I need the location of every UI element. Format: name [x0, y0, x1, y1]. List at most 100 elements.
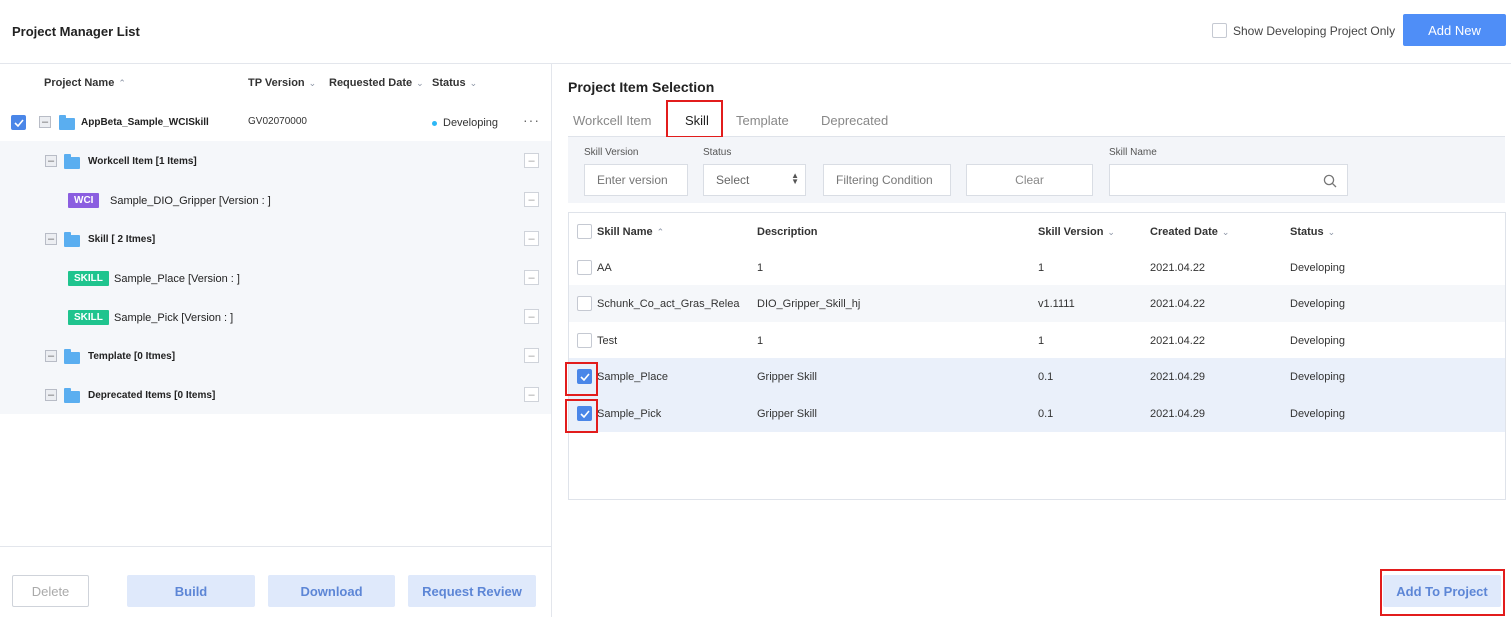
checkbox-highlight	[565, 362, 598, 396]
row-collapse-button[interactable]: –	[524, 270, 539, 285]
add-new-button[interactable]: Add New	[1403, 14, 1506, 46]
header-skill-version[interactable]: Skill Version ⌄	[1038, 226, 1115, 238]
filtering-condition-button[interactable]: Filtering Condition	[823, 164, 951, 196]
row-checkbox[interactable]	[577, 260, 592, 275]
table-row[interactable]: AA 1 1 2021.04.22 Developing	[569, 249, 1505, 286]
collapse-icon[interactable]: –	[45, 350, 57, 362]
tree-folder-workcell[interactable]: – Workcell Item [1 Items] –	[0, 141, 551, 180]
search-icon[interactable]	[1323, 174, 1337, 188]
show-developing-toggle[interactable]: Show Developing Project Only	[1212, 23, 1395, 38]
chevron-down-icon: ⌄	[469, 77, 478, 88]
more-options-icon[interactable]: ···	[523, 112, 540, 128]
collapse-icon[interactable]: –	[45, 233, 57, 245]
status-select[interactable]: Select ▲ ▼	[703, 164, 806, 196]
row-checkbox[interactable]	[577, 333, 592, 348]
column-tp-version[interactable]: TP Version ⌄	[248, 77, 316, 89]
project-list-panel: Project Name ⌃ TP Version ⌄ Requested Date…	[0, 64, 552, 617]
tree-folder-deprecated[interactable]: – Deprecated Items [0 Items] –	[0, 375, 551, 414]
table-row[interactable]: Test 1 1 2021.04.22 Developing	[569, 322, 1505, 359]
show-developing-label: Show Developing Project Only	[1233, 23, 1396, 38]
project-checkbox[interactable]	[11, 115, 26, 130]
row-collapse-button[interactable]: –	[524, 348, 539, 363]
cell-status: Developing	[1290, 262, 1346, 274]
cell-created-date: 2021.04.29	[1150, 408, 1206, 420]
collapse-icon[interactable]: –	[39, 116, 51, 128]
add-to-project-highlight	[1380, 569, 1505, 616]
page-title: Project Manager List	[12, 24, 140, 39]
column-requested-date[interactable]: Requested Date ⌄	[329, 77, 424, 89]
cell-skill-name: Sample_Place	[597, 371, 668, 383]
column-project-name[interactable]: Project Name ⌃	[44, 77, 126, 89]
chevron-down-icon: ⌄	[308, 77, 317, 88]
column-project-name-label: Project Name	[44, 77, 115, 89]
request-review-button[interactable]: Request Review	[408, 575, 536, 607]
tree-folder-label: Deprecated Items [0 Items]	[88, 390, 216, 401]
header-description: Description	[757, 226, 818, 238]
cell-status: Developing	[1290, 408, 1346, 420]
skill-version-input[interactable]	[584, 164, 688, 196]
cell-skill-name: Schunk_Co_act_Gras_Relea	[597, 298, 740, 310]
row-collapse-button[interactable]: –	[524, 309, 539, 324]
tree-folder-label: Template [0 Itmes]	[88, 351, 176, 362]
tab-workcell-item[interactable]: Workcell Item	[573, 113, 652, 128]
tree-folder-template[interactable]: – Template [0 Itmes] –	[0, 336, 551, 375]
tree-item-label: Sample_Pick [Version : ]	[114, 312, 234, 324]
panel-title: Project Item Selection	[568, 79, 715, 95]
download-button[interactable]: Download	[268, 575, 395, 607]
skill-tab-highlight	[666, 100, 723, 138]
tree-folder-label: Skill [ 2 Itmes]	[88, 234, 156, 245]
cell-skill-version: 1	[1038, 335, 1045, 347]
header-skill-name[interactable]: Skill Name ⌃	[597, 226, 664, 238]
cell-description: DIO_Gripper_Skill_hj	[757, 298, 861, 310]
project-actions-footer: Delete Build Download Request Review	[0, 546, 551, 617]
collapse-icon[interactable]: –	[45, 155, 57, 167]
table-row[interactable]: Schunk_Co_act_Gras_Relea DIO_Gripper_Ski…	[569, 285, 1505, 322]
cell-description: 1	[757, 262, 764, 274]
project-status: Developing	[443, 117, 499, 129]
cell-created-date: 2021.04.22	[1150, 298, 1206, 310]
top-bar: Project Manager List Show Developing Pro…	[0, 0, 1511, 64]
skill-tag: SKILL	[68, 310, 109, 325]
select-all-checkbox[interactable]	[577, 224, 592, 239]
cell-skill-name: Test	[597, 335, 618, 347]
header-status[interactable]: Status ⌄	[1290, 226, 1335, 238]
project-list-header: Project Name ⌃ TP Version ⌄ Requested Date…	[0, 64, 552, 102]
status-select-value: Select	[716, 173, 750, 187]
tree-item-label: Sample_DIO_Gripper [Version : ]	[110, 195, 271, 207]
build-button[interactable]: Build	[127, 575, 255, 607]
skill-name-label: Skill Name	[1109, 147, 1157, 158]
tree-item-skill[interactable]: SKILL Sample_Pick [Version : ] –	[0, 297, 551, 336]
table-row[interactable]: Sample_Pick Gripper Skill 0.1 2021.04.29…	[569, 395, 1505, 432]
folder-icon	[59, 115, 75, 130]
column-status[interactable]: Status ⌄	[432, 77, 477, 89]
cell-created-date: 2021.04.29	[1150, 371, 1206, 383]
header-created-date[interactable]: Created Date ⌄	[1150, 226, 1229, 238]
row-collapse-button[interactable]: –	[524, 153, 539, 168]
show-developing-checkbox[interactable]	[1212, 23, 1227, 38]
cell-description: Gripper Skill	[757, 408, 817, 420]
project-tree: – AppBeta_Sample_WCISkill GV02070000 Dev…	[0, 102, 551, 414]
tab-deprecated[interactable]: Deprecated	[821, 113, 888, 128]
tree-folder-skill[interactable]: – Skill [ 2 Itmes] –	[0, 219, 551, 258]
chevron-down-icon: ⌄	[416, 77, 424, 88]
table-row[interactable]: Sample_Place Gripper Skill 0.1 2021.04.2…	[569, 358, 1505, 395]
table-header: Skill Name ⌃ Description Skill Version ⌄ C…	[569, 213, 1505, 249]
folder-icon	[64, 349, 80, 364]
clear-button[interactable]: Clear	[966, 164, 1093, 196]
project-row[interactable]: – AppBeta_Sample_WCISkill GV02070000 Dev…	[0, 102, 551, 141]
tree-item-skill[interactable]: SKILL Sample_Place [Version : ] –	[0, 258, 551, 297]
skill-version-label: Skill Version	[584, 147, 639, 158]
delete-button[interactable]: Delete	[12, 575, 89, 607]
collapse-icon[interactable]: –	[45, 389, 57, 401]
row-collapse-button[interactable]: –	[524, 231, 539, 246]
column-requested-date-label: Requested Date	[329, 77, 413, 89]
tree-item-wci[interactable]: WCI Sample_DIO_Gripper [Version : ] –	[0, 180, 551, 219]
row-collapse-button[interactable]: –	[524, 192, 539, 207]
skill-name-search-input[interactable]	[1109, 164, 1348, 196]
row-collapse-button[interactable]: –	[524, 387, 539, 402]
header-status-label: Status	[1290, 226, 1324, 238]
column-tp-version-label: TP Version	[248, 77, 305, 89]
tab-template[interactable]: Template	[736, 113, 789, 128]
row-checkbox[interactable]	[577, 296, 592, 311]
skill-tag: SKILL	[68, 271, 109, 286]
